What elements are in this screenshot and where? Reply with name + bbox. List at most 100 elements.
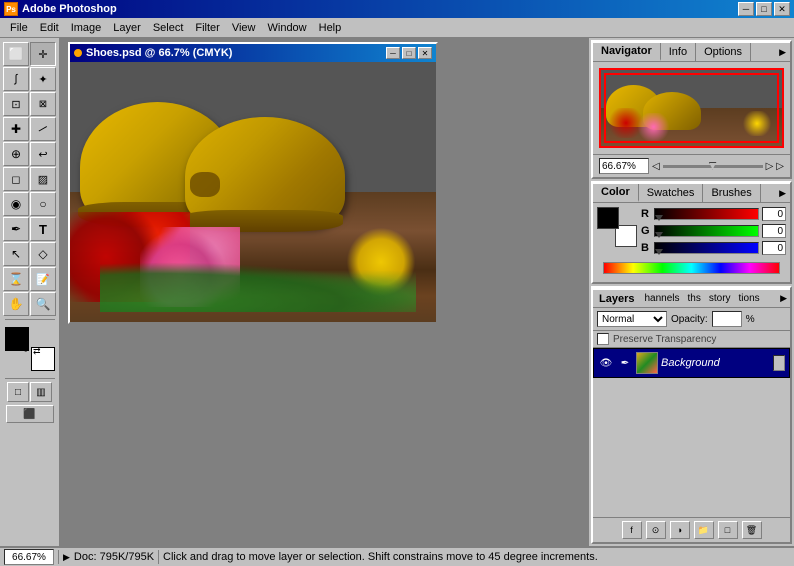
menu-help[interactable]: Help [313, 20, 348, 36]
tool-lasso[interactable]: ∫ [3, 67, 29, 91]
tool-pen[interactable]: ✒ [3, 217, 29, 241]
tab-channels[interactable]: hannels [640, 291, 683, 306]
tool-brush[interactable]: / [30, 117, 56, 141]
tab-info[interactable]: Info [661, 43, 696, 61]
tool-notes[interactable]: 📝 [30, 267, 56, 291]
foreground-color-box[interactable] [597, 207, 619, 229]
zoom-slider[interactable] [663, 165, 763, 168]
tool-row-3: ⊡ ⊠ [3, 92, 56, 116]
titlebar-buttons[interactable]: ─ □ ✕ [738, 2, 790, 16]
zoom-slider-thumb[interactable] [709, 162, 717, 170]
color-panel-menu-icon[interactable]: ▶ [779, 188, 786, 199]
tab-actions[interactable]: tions [735, 291, 764, 306]
tool-healing-brush[interactable]: ✚ [3, 117, 29, 141]
color-swatches-area[interactable]: ⇄ ↺ [5, 327, 55, 371]
doc-close-button[interactable]: ✕ [418, 47, 432, 59]
quick-mask-button[interactable]: ▥ [30, 382, 52, 402]
tool-type[interactable]: T [30, 217, 56, 241]
close-button[interactable]: ✕ [774, 2, 790, 16]
maximize-button[interactable]: □ [756, 2, 772, 16]
channel-b-value[interactable]: 0 [762, 241, 786, 255]
channel-r-thumb [655, 215, 663, 221]
tool-shape[interactable]: ◇ [30, 242, 56, 266]
mode-buttons-row: □ ▥ [7, 382, 52, 402]
tab-options[interactable]: Options [696, 43, 751, 61]
add-layer-style-button[interactable]: f [622, 521, 642, 539]
layer-background[interactable]: 👁 ✒ Background [593, 348, 790, 378]
tool-gradient[interactable]: ▨ [30, 167, 56, 191]
navigator-panel-menu-icon[interactable]: ▶ [779, 47, 786, 58]
document-window: Shoes.psd @ 66.7% (CMYK) ─ □ ✕ [68, 42, 438, 324]
tool-history-brush[interactable]: ↩ [30, 142, 56, 166]
layer-background-name: Background [661, 357, 770, 369]
preserve-transparency-checkbox[interactable] [597, 333, 609, 345]
channel-b-slider[interactable] [654, 242, 759, 254]
standard-mode-button[interactable]: □ [7, 382, 29, 402]
channel-g-value[interactable]: 0 [762, 224, 786, 238]
channel-g-slider[interactable] [654, 225, 759, 237]
new-layer-button[interactable]: □ [718, 521, 738, 539]
layers-panel-menu-icon[interactable]: ▶ [780, 293, 787, 304]
tab-swatches[interactable]: Swatches [639, 184, 704, 202]
screen-mode-button[interactable]: ⬛ [6, 405, 54, 423]
menu-window[interactable]: Window [262, 20, 313, 36]
zoom-max-icon[interactable]: ▷ [776, 161, 784, 172]
channel-r-row: R 0 [641, 207, 786, 221]
status-zoom-value: 66.67% [12, 552, 46, 563]
tab-brushes[interactable]: Brushes [703, 184, 760, 202]
menu-edit[interactable]: Edit [34, 20, 65, 36]
tab-paths[interactable]: ths [684, 291, 705, 306]
shoe-left-toe-detail [190, 172, 220, 197]
status-zoom-display[interactable]: 66.67% [4, 549, 54, 565]
menu-layer[interactable]: Layer [107, 20, 147, 36]
menu-image[interactable]: Image [65, 20, 108, 36]
minimize-button[interactable]: ─ [738, 2, 754, 16]
channel-r-value[interactable]: 0 [762, 207, 786, 221]
reset-colors-icon[interactable]: ↺ [23, 345, 30, 354]
tool-row-1: ⬜ ✛ [3, 42, 56, 66]
document-title-text: Shoes.psd @ 66.7% (CMYK) [74, 47, 232, 59]
tab-layers[interactable]: Layers [593, 291, 640, 307]
tab-history[interactable]: story [705, 291, 735, 306]
menu-file[interactable]: File [4, 20, 34, 36]
tool-magic-wand[interactable]: ✦ [30, 67, 56, 91]
document-title-bar: Shoes.psd @ 66.7% (CMYK) ─ □ ✕ [70, 44, 436, 62]
layer-eye-icon[interactable]: 👁 [598, 355, 614, 371]
tool-path-select[interactable]: ↖ [3, 242, 29, 266]
menu-select[interactable]: Select [147, 20, 190, 36]
tool-slice[interactable]: ⊠ [30, 92, 56, 116]
tool-zoom[interactable]: 🔍 [30, 292, 56, 316]
tool-dodge[interactable]: ○ [30, 192, 56, 216]
color-fg-bg-swatches: R 0 G 0 [597, 207, 786, 258]
document-title-buttons[interactable]: ─ □ ✕ [386, 47, 432, 59]
doc-minimize-button[interactable]: ─ [386, 47, 400, 59]
tool-hand[interactable]: ✋ [3, 292, 29, 316]
add-mask-button[interactable]: ⊙ [646, 521, 666, 539]
tab-color[interactable]: Color [593, 184, 639, 202]
tool-eraser[interactable]: ◻ [3, 167, 29, 191]
menu-filter[interactable]: Filter [189, 20, 225, 36]
document-canvas[interactable] [70, 62, 436, 322]
tool-eyedropper[interactable]: ⌛ [3, 267, 29, 291]
tool-blur[interactable]: ◉ [3, 192, 29, 216]
tool-move[interactable]: ✛ [30, 42, 56, 66]
channel-r-slider[interactable] [654, 208, 759, 220]
blend-mode-select[interactable]: Normal Multiply Screen [597, 311, 667, 327]
zoom-in-icon[interactable]: ▷ [766, 161, 774, 172]
menu-view[interactable]: View [226, 20, 262, 36]
new-group-button[interactable]: 📁 [694, 521, 714, 539]
new-adjustment-layer-button[interactable]: ◑ [670, 521, 690, 539]
tool-marquee-rect[interactable]: ⬜ [3, 42, 29, 66]
tool-crop[interactable]: ⊡ [3, 92, 29, 116]
swap-colors-icon[interactable]: ⇄ [33, 346, 41, 357]
tool-clone-stamp[interactable]: ⊕ [3, 142, 29, 166]
delete-layer-button[interactable]: 🗑 [742, 521, 762, 539]
channel-g-thumb [655, 232, 663, 238]
zoom-out-icon[interactable]: ◁ [652, 161, 660, 172]
zoom-value-input[interactable]: 66.67% [599, 158, 649, 174]
opacity-input[interactable] [712, 311, 742, 327]
tab-navigator[interactable]: Navigator [593, 43, 661, 61]
doc-maximize-button[interactable]: □ [402, 47, 416, 59]
color-spectrum-bar[interactable] [603, 262, 780, 274]
status-arrow-icon[interactable]: ▶ [63, 552, 70, 563]
